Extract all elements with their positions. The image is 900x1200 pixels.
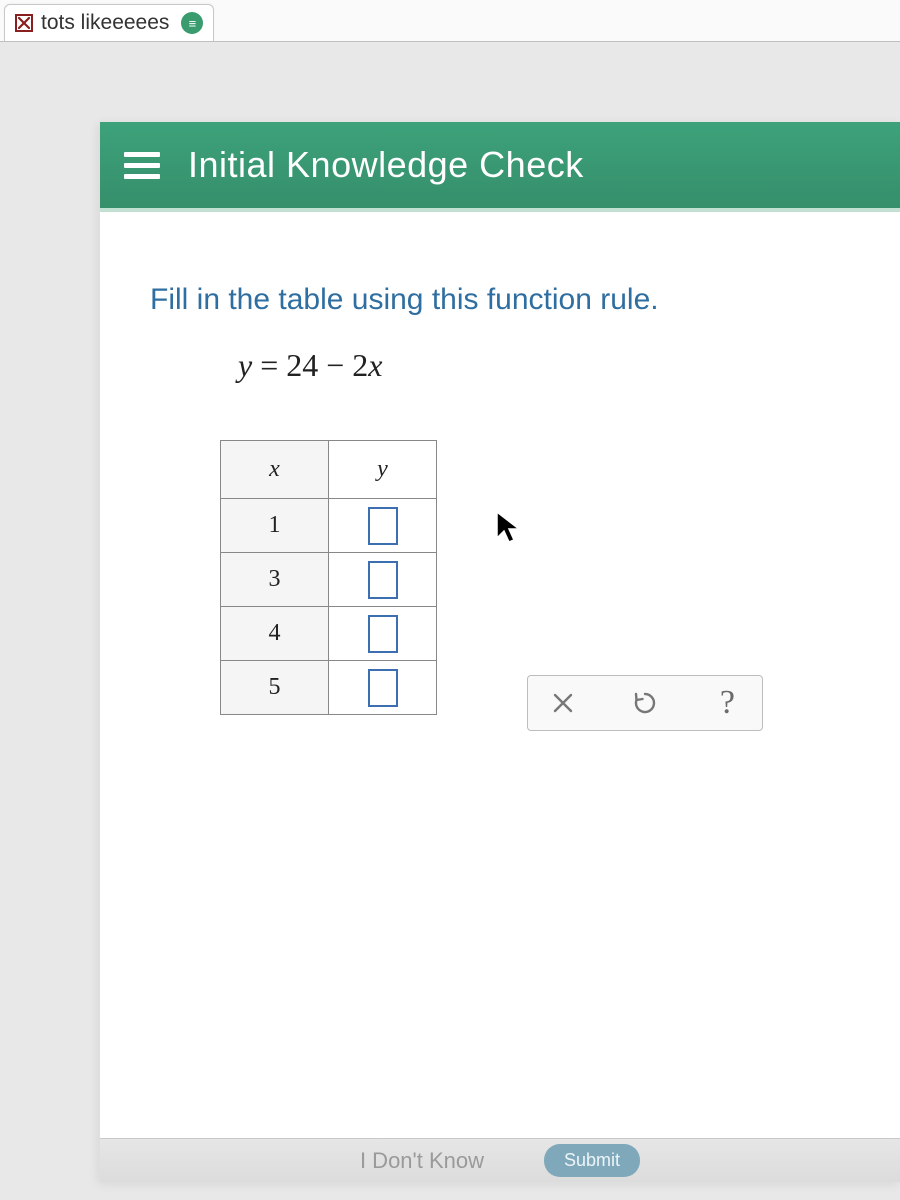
help-icon[interactable]: ? xyxy=(710,686,744,720)
menu-icon[interactable] xyxy=(124,152,160,179)
y-input[interactable] xyxy=(368,561,398,599)
y-input[interactable] xyxy=(368,507,398,545)
x-cell: 3 xyxy=(221,553,329,607)
content-panel: Initial Knowledge Check Fill in the tabl… xyxy=(100,122,900,1182)
question-area: Fill in the table using this function ru… xyxy=(100,212,900,731)
browser-tab-bar: tots likeeeees ≡ xyxy=(0,0,900,42)
tab-favicon-close-icon xyxy=(15,14,33,32)
submit-button[interactable]: Submit xyxy=(544,1144,640,1177)
footer-bar: I Don't Know Submit xyxy=(100,1138,900,1182)
x-cell: 1 xyxy=(221,499,329,553)
y-cell xyxy=(329,499,437,553)
y-input[interactable] xyxy=(368,669,398,707)
table-row: 5 xyxy=(221,661,437,715)
app-header: Initial Knowledge Check xyxy=(100,122,900,212)
function-table: x y 1 3 4 5 xyxy=(220,440,437,715)
browser-tab[interactable]: tots likeeeees ≡ xyxy=(4,4,214,41)
i-dont-know-button[interactable]: I Don't Know xyxy=(360,1148,484,1174)
y-input[interactable] xyxy=(368,615,398,653)
question-prompt: Fill in the table using this function ru… xyxy=(150,280,850,319)
table-row: 3 xyxy=(221,553,437,607)
tab-title: tots likeeeees xyxy=(41,11,169,35)
reset-icon[interactable] xyxy=(628,686,662,720)
answer-toolbar: ? xyxy=(527,675,763,731)
table-header-y: y xyxy=(329,441,437,499)
function-rule: y = 24 − 2x xyxy=(238,347,850,384)
table-header-x: x xyxy=(221,441,329,499)
clear-icon[interactable] xyxy=(546,686,580,720)
table-row: 1 xyxy=(221,499,437,553)
x-cell: 4 xyxy=(221,607,329,661)
table-row: 4 xyxy=(221,607,437,661)
y-cell xyxy=(329,607,437,661)
y-cell xyxy=(329,661,437,715)
y-cell xyxy=(329,553,437,607)
x-cell: 5 xyxy=(221,661,329,715)
tab-secondary-icon: ≡ xyxy=(181,12,203,34)
page-title: Initial Knowledge Check xyxy=(188,144,584,186)
